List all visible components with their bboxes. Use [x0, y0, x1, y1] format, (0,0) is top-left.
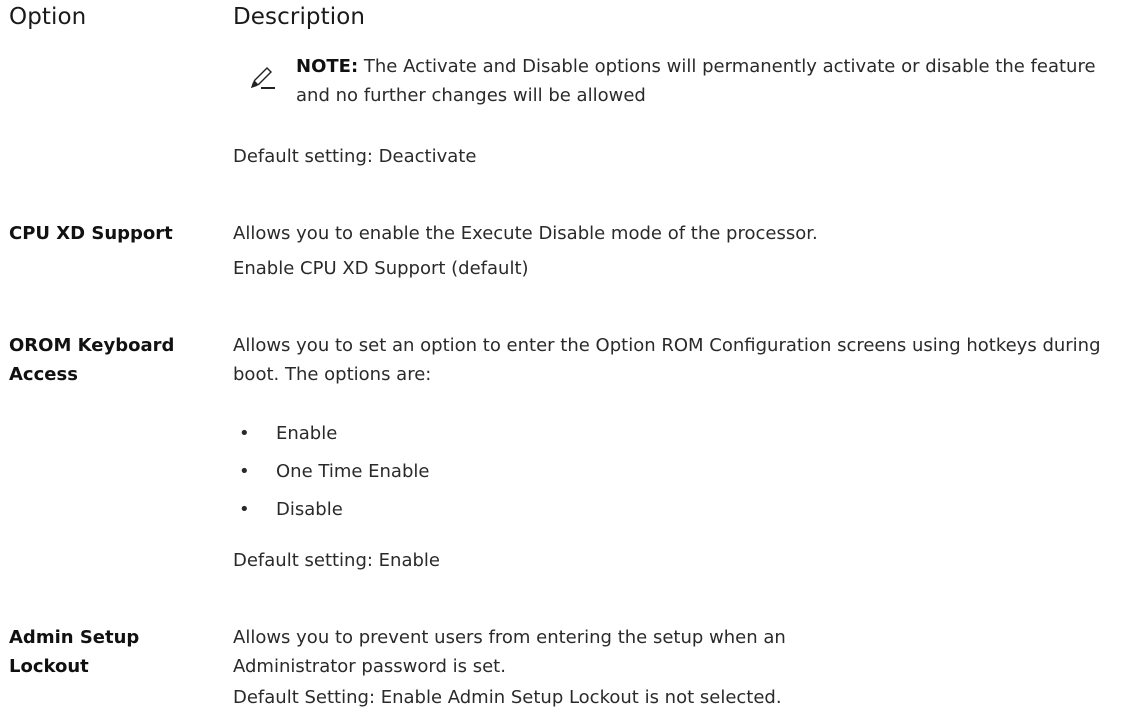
orom-description: Allows you to set an option to enter the…	[233, 335, 1101, 385]
cpu-xd-description: Allows you to enable the Execute Disable…	[233, 223, 818, 244]
list-item: • Disable	[239, 499, 343, 520]
cpu-xd-default: Enable CPU XD Support (default)	[233, 258, 529, 279]
admin-setup-lockout-option: Admin Setup Lockout	[9, 627, 140, 677]
note-label: NOTE:	[296, 56, 359, 77]
cpu-xd-support-option: CPU XD Support	[9, 223, 173, 244]
description-column-header: Description	[233, 4, 366, 30]
pencil-note-icon	[247, 62, 277, 92]
orom-default: Default setting: Enable	[233, 550, 440, 571]
orom-options-list: • Enable • One Time Enable • Disable	[233, 415, 429, 529]
admin-lockout-description: Allows you to prevent users from enterin…	[233, 627, 786, 677]
note-text-block: NOTE: The Activate and Disable options w…	[296, 52, 1131, 110]
option-column-header: Option	[9, 4, 87, 30]
list-item: • Enable	[239, 423, 338, 444]
note-body: The Activate and Disable options will pe…	[296, 56, 1096, 106]
admin-lockout-default: Default Setting: Enable Admin Setup Lock…	[233, 687, 782, 708]
trusted-execution-default: Default setting: Deactivate	[233, 146, 477, 167]
orom-keyboard-access-option: OROM Keyboard Access	[9, 335, 175, 385]
list-item: • One Time Enable	[239, 461, 430, 482]
